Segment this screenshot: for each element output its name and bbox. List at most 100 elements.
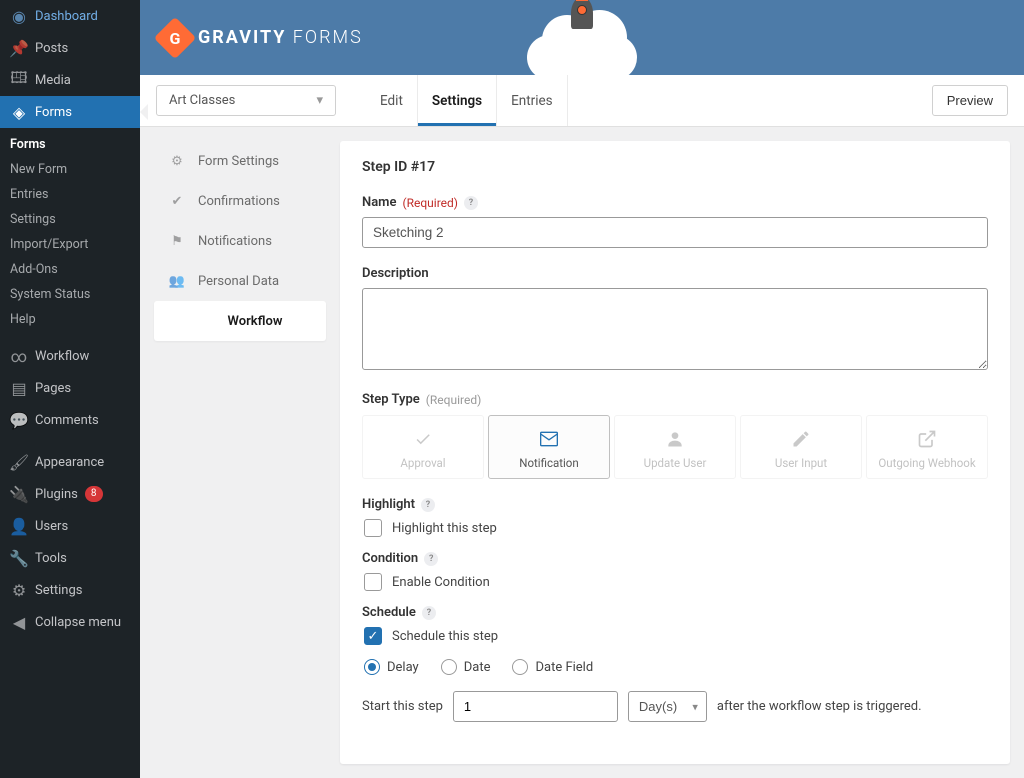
plugins-badge: 8 (85, 486, 103, 502)
subnav-form-settings[interactable]: ⚙Form Settings (154, 141, 326, 181)
main-content: G GRAVITY FORMS Art Classes ▾ Edit Setti… (140, 0, 1024, 778)
name-input[interactable] (362, 217, 988, 248)
settings-subnav: ⚙Form Settings ✔Confirmations ⚑Notificat… (154, 141, 326, 764)
dashboard-icon: ◉ (10, 7, 28, 25)
subnav-confirmations[interactable]: ✔Confirmations (154, 181, 326, 221)
envelope-icon (495, 426, 603, 452)
menu-appearance[interactable]: 🖌Appearance (0, 446, 140, 478)
pages-icon: ▤ (10, 379, 28, 397)
form-tabs: Edit Settings Entries (366, 75, 568, 126)
menu-dashboard[interactable]: ◉Dashboard (0, 0, 140, 32)
menu-pages[interactable]: ▤Pages (0, 372, 140, 404)
preview-button[interactable]: Preview (932, 85, 1008, 116)
submenu-addons[interactable]: Add-Ons (0, 257, 140, 282)
menu-settings[interactable]: ⚙Settings (0, 574, 140, 606)
menu-tools[interactable]: 🔧Tools (0, 542, 140, 574)
collapse-icon: ◀ (10, 613, 28, 631)
tab-entries[interactable]: Entries (497, 75, 568, 126)
radio-date[interactable]: Date (441, 659, 491, 675)
menu-media[interactable]: 🖽Media (0, 64, 140, 96)
step-type-approval[interactable]: Approval (362, 415, 484, 479)
forms-submenu: Forms New Form Entries Settings Import/E… (0, 128, 140, 340)
submenu-import-export[interactable]: Import/Export (0, 232, 140, 257)
condition-label: Condition? (362, 551, 988, 566)
subnav-workflow[interactable]: Workflow (154, 301, 326, 341)
start-step-text: Start this step (362, 699, 443, 714)
description-textarea[interactable] (362, 288, 988, 370)
menu-plugins[interactable]: 🔌Plugins 8 (0, 478, 140, 510)
flag-icon: ⚑ (168, 232, 186, 250)
form-toolbar: Art Classes ▾ Edit Settings Entries Prev… (140, 75, 1024, 127)
sliders-icon: ⚙ (10, 581, 28, 599)
step-type-update-user[interactable]: Update User (614, 415, 736, 479)
gear-icon: ⚙ (168, 152, 186, 170)
settings-content: ⚙Form Settings ✔Confirmations ⚑Notificat… (140, 127, 1024, 778)
wp-admin-sidebar: ◉Dashboard 📌Posts 🖽Media ◈Forms Forms Ne… (0, 0, 140, 778)
step-type-user-input[interactable]: User Input (740, 415, 862, 479)
gravity-forms-logo: G GRAVITY FORMS (160, 23, 363, 53)
step-type-outgoing-webhook[interactable]: Outgoing Webhook (866, 415, 988, 479)
workflow-icon: ∞ (10, 347, 28, 365)
user-icon: 👤 (10, 517, 28, 535)
rocket-graphic (527, 35, 637, 75)
menu-posts[interactable]: 📌Posts (0, 32, 140, 64)
schedule-checkbox[interactable]: ✓ (364, 627, 382, 645)
after-text: after the workflow step is triggered. (717, 699, 922, 714)
brush-icon: 🖌 (10, 453, 28, 471)
forms-icon: ◈ (10, 103, 28, 121)
radio-date-field[interactable]: Date Field (512, 659, 593, 675)
submenu-forms[interactable]: Forms (0, 132, 140, 157)
tab-settings[interactable]: Settings (418, 75, 497, 126)
pencil-icon (747, 426, 855, 452)
schedule-label: Schedule? (362, 605, 988, 620)
schedule-mode-radios: Delay Date Date Field (362, 659, 988, 675)
menu-forms[interactable]: ◈Forms (0, 96, 140, 128)
schedule-checkbox-label: Schedule this step (392, 629, 498, 644)
check-circle-icon: ✔ (168, 192, 186, 210)
help-icon[interactable]: ? (424, 552, 438, 566)
submenu-help[interactable]: Help (0, 307, 140, 332)
menu-users[interactable]: 👤Users (0, 510, 140, 542)
comments-icon: 💬 (10, 411, 28, 429)
form-selector[interactable]: Art Classes ▾ (156, 85, 336, 116)
menu-comments[interactable]: 💬Comments (0, 404, 140, 436)
step-type-notification[interactable]: Notification (488, 415, 610, 479)
help-icon[interactable]: ? (421, 498, 435, 512)
chevron-down-icon: ▾ (316, 93, 323, 108)
submenu-system-status[interactable]: System Status (0, 282, 140, 307)
highlight-label: Highlight? (362, 497, 988, 512)
wrench-icon: 🔧 (10, 549, 28, 567)
submenu-settings[interactable]: Settings (0, 207, 140, 232)
condition-checkbox[interactable] (364, 573, 382, 591)
tab-edit[interactable]: Edit (366, 75, 418, 126)
step-type-options: Approval Notification Update User User I… (362, 415, 988, 479)
submenu-entries[interactable]: Entries (0, 182, 140, 207)
logo-icon: G (154, 16, 196, 58)
user-icon (621, 426, 729, 452)
step-settings-panel: Step ID #17 Name(Required) ? Description… (340, 141, 1010, 764)
check-icon (369, 426, 477, 452)
workflow-icon (168, 312, 186, 330)
delay-unit-select[interactable]: Day(s) (628, 691, 707, 722)
help-icon[interactable]: ? (464, 196, 478, 210)
menu-workflow[interactable]: ∞Workflow (0, 340, 140, 372)
highlight-checkbox-label: Highlight this step (392, 521, 497, 536)
radio-delay[interactable]: Delay (364, 659, 419, 675)
external-link-icon (873, 426, 981, 452)
delay-number-input[interactable] (453, 691, 618, 722)
gravity-forms-header: G GRAVITY FORMS (140, 0, 1024, 75)
people-icon: 👥 (168, 272, 186, 290)
schedule-delay-config: Start this step Day(s) after the workflo… (362, 691, 988, 722)
menu-collapse[interactable]: ◀Collapse menu (0, 606, 140, 638)
media-icon: 🖽 (10, 71, 28, 89)
subnav-notifications[interactable]: ⚑Notifications (154, 221, 326, 261)
help-icon[interactable]: ? (422, 606, 436, 620)
step-type-label: Step Type(Required) (362, 392, 988, 407)
highlight-checkbox[interactable] (364, 519, 382, 537)
pin-icon: 📌 (10, 39, 28, 57)
submenu-new-form[interactable]: New Form (0, 157, 140, 182)
name-label: Name(Required) ? (362, 195, 988, 210)
subnav-personal-data[interactable]: 👥Personal Data (154, 261, 326, 301)
description-label: Description (362, 266, 988, 281)
plug-icon: 🔌 (10, 485, 28, 503)
